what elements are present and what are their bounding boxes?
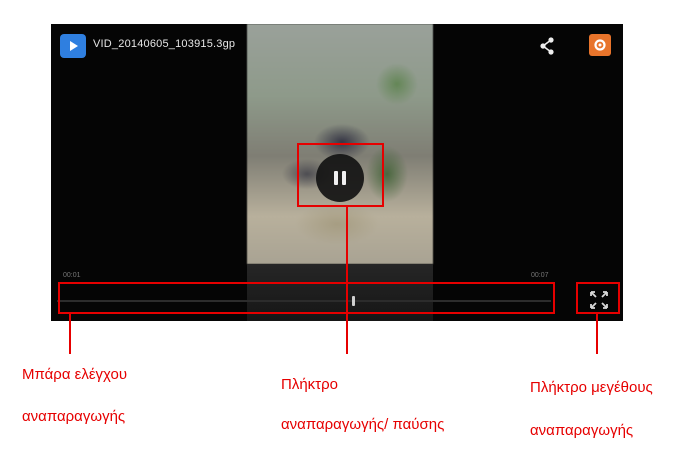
caption-pause-key-line1: Πλήκτρο <box>281 376 338 393</box>
time-current: 00:01 <box>63 272 81 279</box>
share-icon[interactable] <box>538 36 556 56</box>
caption-control-bar-line2: αναπαραγωγής <box>22 408 126 425</box>
seek-thumb[interactable] <box>351 296 355 306</box>
caption-pause-key-line2: αναπαραγωγής/ παύσης <box>281 416 445 433</box>
fullscreen-button[interactable] <box>586 288 612 312</box>
time-total: 00:07 <box>531 272 549 279</box>
video-player[interactable]: VID_20140605_103915.3gp 00:01 00:07 <box>51 24 623 321</box>
pause-button[interactable] <box>316 154 364 202</box>
caption-control-bar-line1: Μπάρα ελέγχου <box>22 366 128 383</box>
caption-size-key-line1: Πλήκτρο μεγέθους <box>530 379 653 396</box>
fullscreen-icon <box>590 291 608 309</box>
size-leader-line <box>596 314 598 354</box>
seek-bar[interactable] <box>57 300 551 302</box>
title-bar: VID_20140605_103915.3gp <box>51 24 623 64</box>
caption-size-key-line2: αναπαραγωγής <box>530 422 634 439</box>
play-icon[interactable] <box>60 34 86 58</box>
settings-icon[interactable] <box>589 34 611 56</box>
control-bar-leader-line <box>69 314 71 354</box>
pause-leader-line <box>346 207 348 354</box>
pause-icon <box>334 171 338 185</box>
file-name: VID_20140605_103915.3gp <box>93 38 236 50</box>
video-frame-bottom <box>247 264 433 321</box>
